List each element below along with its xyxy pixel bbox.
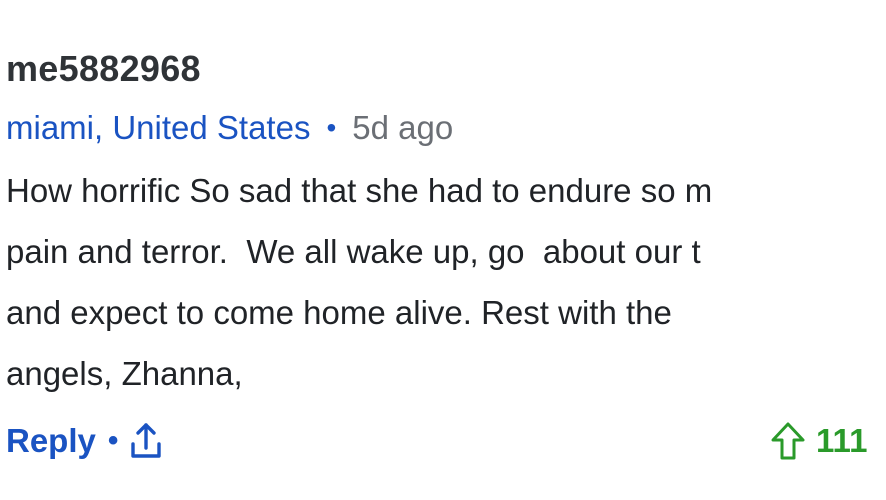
actions-separator: • (107, 424, 119, 457)
reply-button[interactable]: Reply (6, 422, 96, 460)
comment-location[interactable]: miami, United States (6, 109, 310, 147)
upvote-count: 111 (816, 422, 868, 459)
meta-separator: • (326, 112, 337, 143)
comment-body-line: angels, Zhanna, (6, 355, 243, 392)
comment-card: me5882968 miami, United States • 5d ago … (0, 0, 886, 500)
vote-control: 111 (768, 418, 867, 464)
share-upload-icon[interactable] (128, 421, 164, 461)
comment-meta: miami, United States • 5d ago (6, 106, 453, 150)
comment-username[interactable]: me5882968 (6, 48, 201, 90)
comment-actions: Reply • (6, 418, 164, 464)
upvote-arrow-icon[interactable] (768, 420, 808, 462)
comment-body-line: and expect to come home alive. Rest with… (6, 294, 672, 331)
comment-body-line: How horrific So sad that she had to endu… (6, 172, 713, 209)
comment-body-line: pain and terror. We all wake up, go abou… (6, 233, 701, 270)
comment-timestamp: 5d ago (352, 109, 454, 146)
